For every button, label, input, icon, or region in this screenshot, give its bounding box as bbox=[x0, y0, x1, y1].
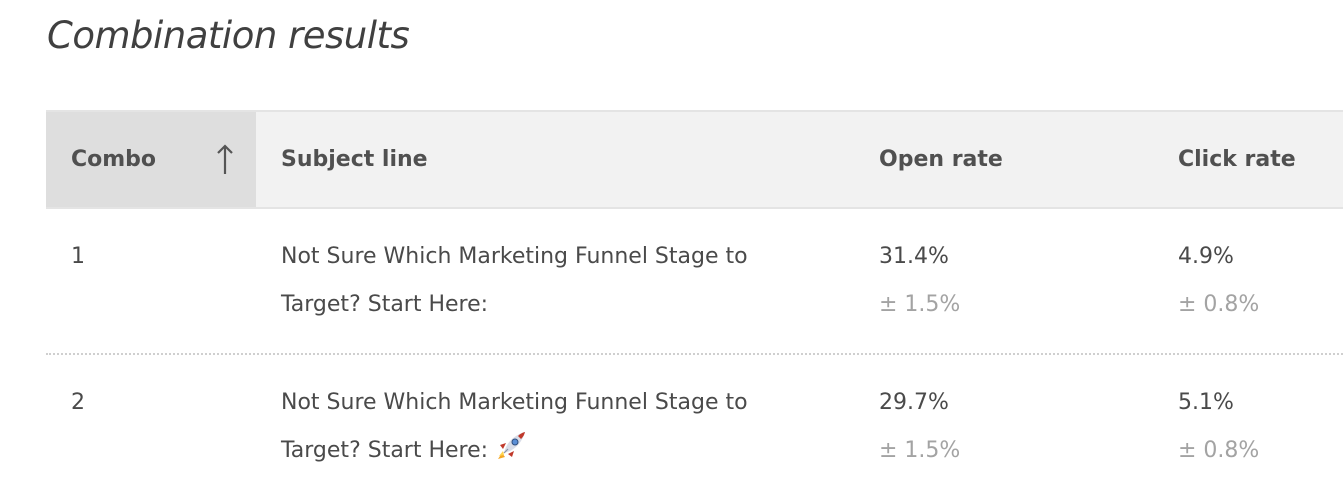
subject-line-text: Target? Start Here: bbox=[281, 438, 489, 463]
open-rate-cell: 31.4% ± 1.5% bbox=[879, 233, 960, 329]
subject-line-cell: Not Sure Which Marketing Funnel Stage to… bbox=[281, 233, 748, 329]
open-rate-margin: ± 1.5% bbox=[879, 292, 961, 317]
arrow-up-icon[interactable] bbox=[214, 143, 236, 177]
subject-line-cell: Not Sure Which Marketing Funnel Stage to… bbox=[281, 379, 748, 475]
combo-cell: 1 bbox=[71, 244, 85, 269]
click-rate-cell: 4.9% ± 0.8% bbox=[1178, 233, 1259, 329]
open-rate-column-header[interactable]: Open rate bbox=[879, 112, 1003, 207]
subject-line-second-line: Target? Start Here: bbox=[281, 427, 748, 475]
click-rate-column-header[interactable]: Click rate bbox=[1178, 112, 1296, 207]
open-rate-value: 31.4% bbox=[879, 244, 949, 269]
click-rate-margin: ± 0.8% bbox=[1178, 438, 1260, 463]
subject-line-column-header[interactable]: Subject line bbox=[281, 112, 428, 207]
click-rate-margin: ± 0.8% bbox=[1178, 292, 1260, 317]
open-rate-margin: ± 1.5% bbox=[879, 438, 961, 463]
open-rate-cell: 29.7% ± 1.5% bbox=[879, 379, 960, 475]
rocket-icon bbox=[498, 432, 526, 459]
click-rate-cell: 5.1% ± 0.8% bbox=[1178, 379, 1259, 475]
subject-line-text: Not Sure Which Marketing Funnel Stage to bbox=[281, 390, 748, 415]
table-row: 1 Not Sure Which Marketing Funnel Stage … bbox=[46, 209, 1343, 355]
click-rate-value: 4.9% bbox=[1178, 244, 1234, 269]
open-rate-value: 29.7% bbox=[879, 390, 949, 415]
combo-cell: 2 bbox=[71, 390, 85, 415]
click-rate-value: 5.1% bbox=[1178, 390, 1234, 415]
page-title: Combination results bbox=[47, 14, 410, 57]
combo-column-header[interactable]: Combo bbox=[46, 112, 256, 207]
subject-line-text: Not Sure Which Marketing Funnel Stage to bbox=[281, 244, 748, 269]
table-header: Combo Subject line Open rate Click rate bbox=[46, 110, 1343, 209]
table-row: 2 Not Sure Which Marketing Funnel Stage … bbox=[46, 355, 1343, 501]
subject-line-text: Target? Start Here: bbox=[281, 292, 489, 317]
combo-header-label: Combo bbox=[71, 147, 157, 172]
results-table: Combo Subject line Open rate Click rate … bbox=[46, 110, 1343, 501]
